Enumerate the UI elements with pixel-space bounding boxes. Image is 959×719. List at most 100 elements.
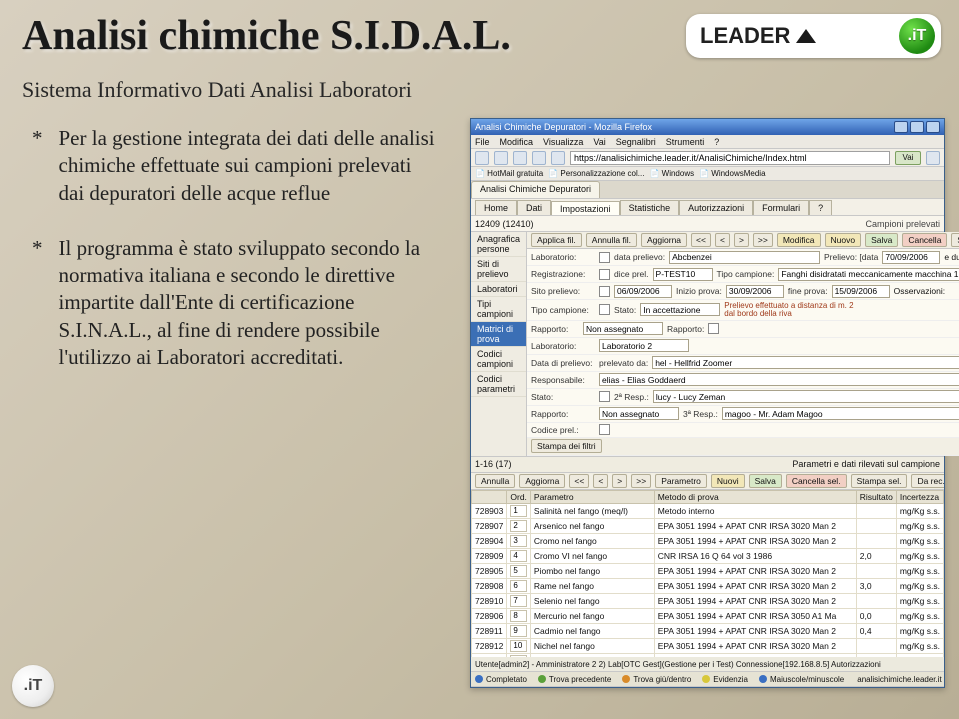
maximize-icon[interactable]	[910, 121, 924, 133]
close-icon[interactable]	[926, 121, 940, 133]
checkbox[interactable]	[708, 323, 719, 334]
menu-item[interactable]: ?	[714, 137, 719, 147]
column-header[interactable]: Parametro	[530, 490, 654, 503]
field[interactable]	[599, 407, 679, 420]
reload-icon[interactable]	[513, 151, 527, 165]
table-row[interactable]: 728911Cadmio nel fangoEPA 3051 1994 + AP…	[472, 623, 944, 638]
table-row[interactable]: 728909Cromo VI nel fangoCNR IRSA 16 Q 64…	[472, 548, 944, 563]
toolbar-button[interactable]: Parametro	[655, 474, 707, 488]
ord-input[interactable]	[510, 565, 527, 577]
date-field[interactable]	[614, 285, 672, 298]
bookmark-item[interactable]: 📄 Windows	[649, 169, 694, 178]
toolbar-button[interactable]: >>	[631, 474, 651, 488]
table-row[interactable]: 728912Nichel nel fangoEPA 3051 1994 + AP…	[472, 638, 944, 653]
menu-item[interactable]: Vai	[593, 137, 605, 147]
sidebar-item[interactable]: Laboratori	[471, 282, 526, 297]
sidebar-item[interactable]: Codici parametri	[471, 372, 526, 397]
bookmark-item[interactable]: 📄 WindowsMedia	[699, 169, 765, 178]
checkbox[interactable]	[599, 252, 610, 263]
column-header[interactable]: Metodo di prova	[654, 490, 856, 503]
field[interactable]	[652, 356, 959, 369]
ord-input[interactable]	[510, 550, 527, 562]
app-tab[interactable]: ?	[809, 200, 832, 215]
ord-input[interactable]	[510, 595, 527, 607]
home-icon[interactable]	[551, 151, 565, 165]
table-row[interactable]: 728905Piombo nel fangoEPA 3051 1994 + AP…	[472, 563, 944, 578]
checkbox[interactable]	[599, 424, 610, 435]
ord-input[interactable]	[510, 505, 527, 517]
toolbar-button[interactable]: <<	[569, 474, 589, 488]
ord-input[interactable]	[510, 625, 527, 637]
menu-item[interactable]: File	[475, 137, 490, 147]
toolbar-button[interactable]: Salva	[749, 474, 782, 488]
toolbar-button[interactable]: Cancella	[902, 233, 947, 247]
footer-item[interactable]: Maiuscole/minuscole	[770, 675, 844, 684]
search-icon[interactable]	[926, 151, 940, 165]
forward-icon[interactable]	[494, 151, 508, 165]
toolbar-button[interactable]: Nuovi	[711, 474, 745, 488]
toolbar-button[interactable]: >	[612, 474, 627, 488]
table-row[interactable]: 728910Selenio nel fangoEPA 3051 1994 + A…	[472, 593, 944, 608]
toolbar-button[interactable]: <<	[691, 233, 711, 247]
date-field[interactable]	[832, 285, 890, 298]
field[interactable]	[599, 373, 959, 386]
menu-item[interactable]: Segnalibri	[616, 137, 656, 147]
field[interactable]	[653, 268, 713, 281]
toolbar-button[interactable]: Aggiorna	[519, 474, 565, 488]
bookmark-item[interactable]: 📄 HotMail gratuita	[475, 169, 543, 178]
column-header[interactable]: Incertezza	[896, 490, 943, 503]
ord-input[interactable]	[510, 580, 527, 592]
stop-icon[interactable]	[532, 151, 546, 165]
ord-input[interactable]	[510, 535, 527, 547]
toolbar-button[interactable]: Da rec.	[911, 474, 944, 488]
field[interactable]	[653, 390, 959, 403]
footer-item[interactable]: Completato	[486, 675, 527, 684]
toolbar-button[interactable]: <	[715, 233, 730, 247]
toolbar-button[interactable]: Stampa	[951, 233, 959, 247]
table-row[interactable]: 728903Salinità nel fango (meq/l)Metodo i…	[472, 503, 944, 518]
bookmark-item[interactable]: 📄 Personalizzazione col...	[548, 169, 644, 178]
column-header[interactable]: Ord.	[507, 490, 531, 503]
sidebar-item[interactable]: Matrici di prova	[471, 322, 526, 347]
field[interactable]	[599, 339, 689, 352]
toolbar-button[interactable]: <	[593, 474, 608, 488]
toolbar-button[interactable]: Modifica	[777, 233, 821, 247]
date-field[interactable]	[726, 285, 784, 298]
sidebar-item[interactable]: Codici campioni	[471, 347, 526, 372]
app-tab[interactable]: Impostazioni	[551, 201, 620, 216]
go-button[interactable]: Vai	[895, 151, 921, 165]
footer-item[interactable]: Trova giù/dentro	[633, 675, 691, 684]
footer-item[interactable]: Trova precedente	[549, 675, 611, 684]
menu-item[interactable]: Strumenti	[666, 137, 705, 147]
toolbar-button[interactable]: Aggiorna	[641, 233, 687, 247]
field[interactable]	[778, 268, 959, 281]
ord-input[interactable]	[510, 610, 527, 622]
app-tab[interactable]: Home	[475, 200, 517, 215]
toolbar-button[interactable]: Applica fil.	[531, 233, 582, 247]
field[interactable]	[669, 251, 820, 264]
toolbar-button[interactable]: Cancella sel.	[786, 474, 847, 488]
app-tab[interactable]: Dati	[517, 200, 551, 215]
toolbar-button[interactable]: Annulla fil.	[586, 233, 637, 247]
toolbar-button[interactable]: Annulla	[475, 474, 515, 488]
ord-input[interactable]	[510, 640, 527, 652]
field[interactable]	[583, 322, 663, 335]
ord-input[interactable]	[510, 520, 527, 532]
url-input[interactable]	[570, 151, 890, 165]
sidebar-item[interactable]: Tipi campioni	[471, 297, 526, 322]
toolbar-button[interactable]: Salva	[865, 233, 898, 247]
app-tab[interactable]: Autorizzazioni	[679, 200, 753, 215]
browser-tab[interactable]: Analisi Chimiche Depuratori	[471, 181, 600, 199]
sidebar-item[interactable]: Siti di prelievo	[471, 257, 526, 282]
checkbox[interactable]	[599, 391, 610, 402]
column-header[interactable]	[472, 490, 507, 503]
app-tab[interactable]: Formulari	[753, 200, 809, 215]
back-icon[interactable]	[475, 151, 489, 165]
date-field[interactable]	[882, 251, 940, 264]
checkbox[interactable]	[599, 286, 610, 297]
sidebar-item[interactable]: Anagrafica persone	[471, 232, 526, 257]
toolbar-button[interactable]: Stampa sel.	[851, 474, 908, 488]
toolbar-button[interactable]: Nuovo	[825, 233, 862, 247]
menu-item[interactable]: Modifica	[500, 137, 534, 147]
table-row[interactable]: 728907Arsenico nel fangoEPA 3051 1994 + …	[472, 518, 944, 533]
